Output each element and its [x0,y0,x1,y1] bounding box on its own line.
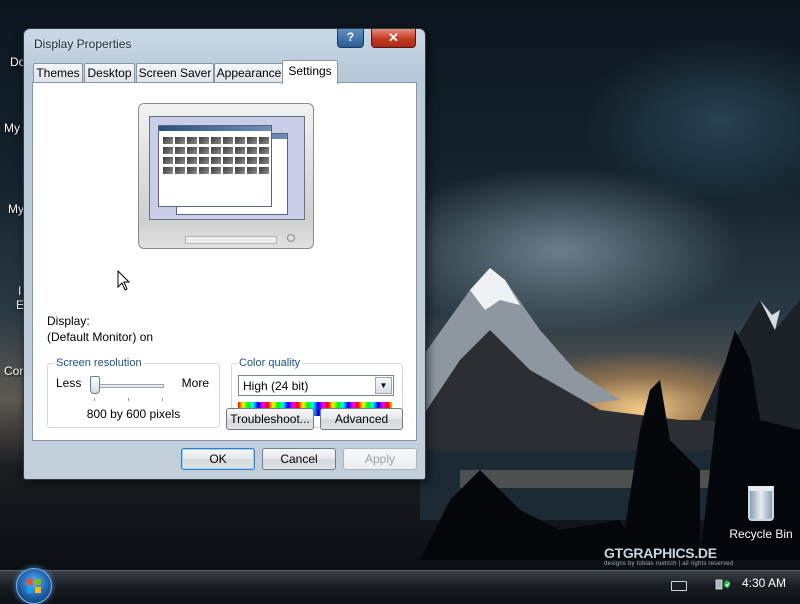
wallpaper-watermark: GTGRAPHICS.DE designs by tobias roetsch … [604,545,733,567]
resolution-more-label: More [181,376,209,390]
preview-window-front [158,125,272,207]
color-quality-legend: Color quality [237,357,303,369]
chevron-down-icon[interactable]: ▼ [375,377,392,394]
desktop-icon-label[interactable]: My [4,121,20,135]
cancel-button[interactable]: Cancel [262,448,336,470]
watermark-text: GTGRAPHICS.DE [604,545,717,561]
color-quality-select[interactable]: High (24 bit) ▼ [238,375,394,396]
display-label: Display: [47,314,90,328]
tab-themes[interactable]: Themes [33,63,83,83]
display-value: (Default Monitor) on [47,330,154,344]
keyboard-icon[interactable] [671,581,687,591]
mouse-pointer-icon [117,270,131,291]
monitor-screen [149,116,305,220]
screen-resolution-legend: Screen resolution [54,357,144,369]
preview-thumbnails [163,137,269,174]
resolution-slider-thumb[interactable] [90,376,100,394]
tab-settings[interactable]: Settings [282,60,338,84]
display-properties-dialog: Display Properties ? ✕ Themes Desktop Sc… [23,28,426,480]
close-button[interactable]: ✕ [371,29,416,48]
color-quality-selected: High (24 bit) [243,379,309,393]
slider-tick [94,398,95,401]
network-shield-icon[interactable] [715,576,731,592]
windows-logo-icon [27,579,41,593]
tab-screen-saver[interactable]: Screen Saver [136,63,214,83]
tab-appearance[interactable]: Appearance [214,63,284,83]
monitor-slot [185,236,277,244]
taskbar-clock[interactable]: 4:30 AM [742,576,786,590]
settings-panel: Display: (Default Monitor) on Screen res… [32,82,417,441]
resolution-less-label: Less [56,376,82,390]
resolution-slider-track[interactable] [94,384,164,388]
desktop-icon-label[interactable]: My [8,202,24,216]
help-button[interactable]: ? [337,29,364,48]
slider-tick [128,398,129,401]
monitor-preview [138,103,314,249]
desktop-icon-label[interactable]: I [18,284,21,298]
advanced-button[interactable]: Advanced [320,408,403,430]
apply-button[interactable]: Apply [343,448,417,470]
screen-resolution-group: Screen resolution Less More 800 by 600 p… [47,357,220,428]
watermark-subtext: designs by tobias roetsch | all rights r… [604,561,734,567]
monitor-power-icon [287,234,295,242]
tab-desktop[interactable]: Desktop [84,63,135,83]
start-button[interactable] [16,568,52,604]
recycle-bin-icon [748,486,774,521]
troubleshoot-button[interactable]: Troubleshoot... [226,408,314,430]
slider-tick [162,398,163,401]
dialog-title: Display Properties [34,37,132,51]
recycle-bin-label: Recycle Bin [729,527,793,541]
recycle-bin-shortcut[interactable]: Recycle Bin [728,486,794,541]
resolution-value: 800 by 600 pixels [86,407,181,421]
ok-button[interactable]: OK [181,448,255,470]
